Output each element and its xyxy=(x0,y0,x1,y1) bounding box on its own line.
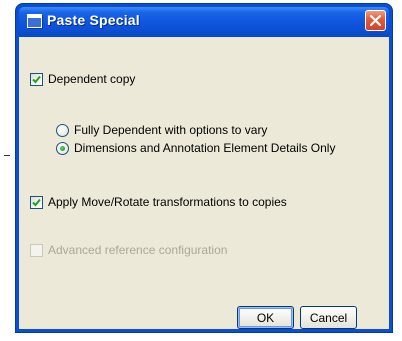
dependent-copy-label: Dependent copy xyxy=(48,72,136,86)
dependent-copy-row[interactable]: Dependent copy xyxy=(30,72,135,86)
cancel-button[interactable]: Cancel xyxy=(300,306,357,329)
dependent-copy-checkbox[interactable] xyxy=(30,72,43,86)
apply-transformations-checkbox[interactable] xyxy=(30,195,43,209)
window-icon xyxy=(27,14,42,28)
checkmark-icon xyxy=(32,198,41,206)
dialog-title: Paste Special xyxy=(47,12,140,28)
radio-dimensions-annotation[interactable] xyxy=(56,141,69,155)
title-bar[interactable]: Paste Special xyxy=(19,7,389,37)
checkmark-icon xyxy=(32,75,41,83)
advanced-reference-checkbox xyxy=(30,243,43,257)
close-button[interactable] xyxy=(365,10,386,31)
radio-dimensions-annotation-label: Dimensions and Annotation Element Detail… xyxy=(74,141,336,155)
apply-transformations-label: Apply Move/Rotate transformations to cop… xyxy=(48,195,287,209)
apply-transformations-row[interactable]: Apply Move/Rotate transformations to cop… xyxy=(30,195,287,209)
stray-dash xyxy=(4,155,10,156)
radio-fully-dependent-row[interactable]: Fully Dependent with options to vary xyxy=(56,123,267,137)
paste-special-dialog: Paste Special Dependent copy Fully Depen… xyxy=(16,4,392,332)
ok-button[interactable]: OK xyxy=(237,306,294,329)
dialog-body: Dependent copy Fully Dependent with opti… xyxy=(19,37,389,329)
radio-selected-dot xyxy=(60,145,65,151)
advanced-reference-label: Advanced reference configuration xyxy=(48,243,228,257)
radio-dimensions-annotation-row[interactable]: Dimensions and Annotation Element Detail… xyxy=(56,141,335,155)
advanced-reference-row: Advanced reference configuration xyxy=(30,243,227,257)
radio-fully-dependent[interactable] xyxy=(56,123,69,137)
close-icon xyxy=(370,15,381,26)
radio-fully-dependent-label: Fully Dependent with options to vary xyxy=(74,123,268,137)
